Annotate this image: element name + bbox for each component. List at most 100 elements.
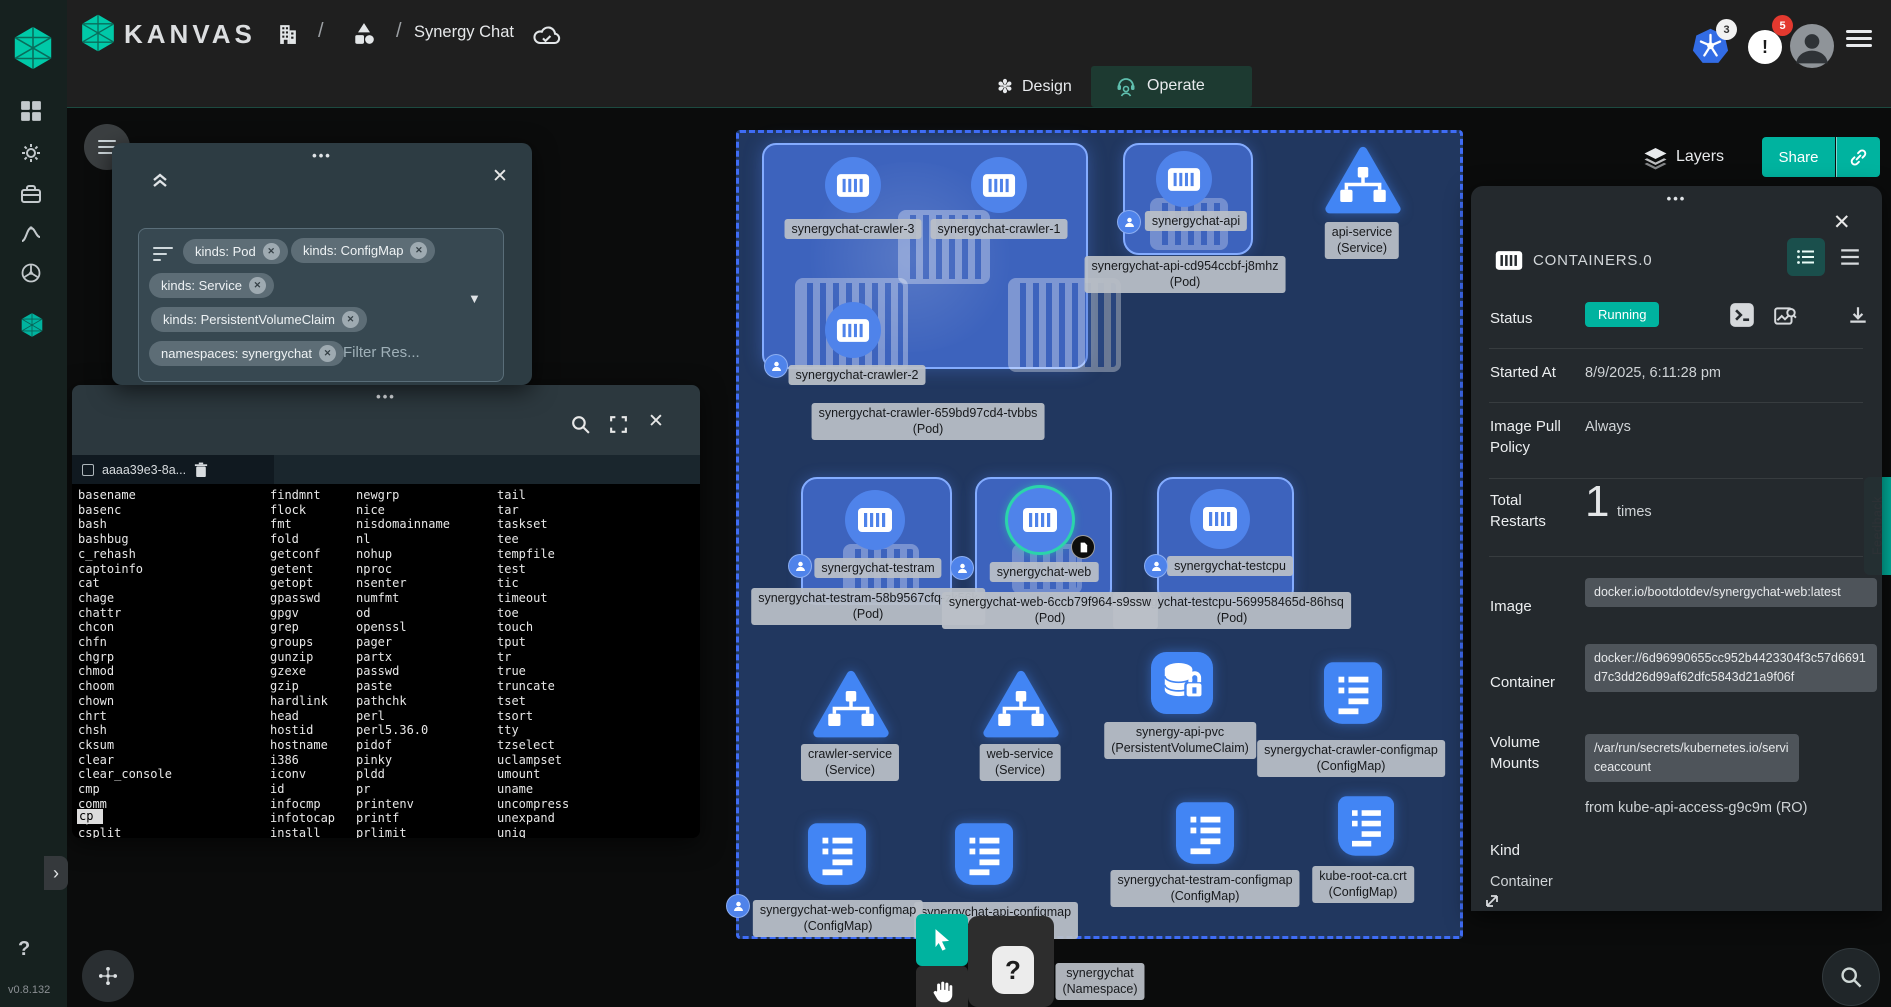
shapes-icon[interactable] <box>352 22 376 46</box>
pod-label[interactable]: synergychat-web-6ccb79f964-s9ssw(Pod) <box>942 592 1158 629</box>
pod-name-label[interactable]: synergychat-testcpu <box>1167 556 1293 576</box>
brand-name[interactable]: KANVAS <box>124 19 256 50</box>
trash-icon[interactable] <box>194 462 208 478</box>
link-icon <box>1849 148 1868 167</box>
sidebar-item-dashboard[interactable] <box>20 100 42 122</box>
image-search-icon[interactable] <box>1773 304 1797 328</box>
configmap-icon-kube-root-ca[interactable] <box>1338 796 1394 856</box>
select-tool-button[interactable] <box>916 914 968 966</box>
pod-name-label[interactable]: synergychat-crawler-2 <box>789 365 926 385</box>
filter-input-box[interactable]: kinds: Pod✕ kinds: ConfigMap✕ kinds: Ser… <box>138 228 504 382</box>
zoom-button[interactable] <box>1822 948 1880 1006</box>
pod-name-label[interactable]: synergychat-crawler-1 <box>931 219 1068 239</box>
sidebar-item-extension-active[interactable] <box>19 312 45 338</box>
filter-chip[interactable]: kinds: ConfigMap✕ <box>291 238 435 263</box>
pan-tool-button[interactable] <box>916 966 968 1007</box>
tab-operate[interactable]: Operate <box>1091 66 1252 107</box>
layers-icon[interactable] <box>1643 146 1668 170</box>
collapse-chevrons-icon[interactable] <box>150 169 170 189</box>
configmap-icon-web[interactable] <box>808 823 866 885</box>
kanvas-hexagon-logo[interactable] <box>78 13 118 53</box>
sidebar-item-performance[interactable] <box>20 224 42 244</box>
sidebar-item-toolkit[interactable] <box>20 184 42 204</box>
filter-chip[interactable]: namespaces: synergychat✕ <box>149 341 344 366</box>
expand-icon[interactable] <box>608 414 629 435</box>
breadcrumb-project-name[interactable]: Synergy Chat <box>414 23 514 42</box>
dotted-list-toggle-button[interactable] <box>1787 238 1825 276</box>
chip-close-icon[interactable]: ✕ <box>319 345 336 362</box>
chip-close-icon[interactable]: ✕ <box>249 277 266 294</box>
resize-diagonal-icon[interactable] <box>1483 892 1501 910</box>
building-icon[interactable] <box>276 22 299 45</box>
chevron-down-icon[interactable]: ▼ <box>468 291 481 306</box>
chip-close-icon[interactable]: ✕ <box>342 311 359 328</box>
alert-icon[interactable]: ! <box>1748 30 1782 64</box>
tab-design[interactable]: Design <box>1022 78 1072 96</box>
sidebar-expand-chevron[interactable]: › <box>44 856 68 890</box>
pod-icon-crawler-1[interactable] <box>971 157 1027 213</box>
avatar[interactable] <box>1790 24 1834 68</box>
filter-chip[interactable]: kinds: Service✕ <box>149 273 274 298</box>
configmap-icon-testram[interactable] <box>1176 802 1234 864</box>
service-icon-api-service[interactable] <box>1324 146 1402 216</box>
list-view-button[interactable] <box>1839 248 1861 266</box>
search-icon[interactable] <box>570 414 591 435</box>
service-label[interactable]: api-service(Service) <box>1325 222 1399 259</box>
close-icon[interactable]: ✕ <box>492 165 508 188</box>
sidebar-item-settings[interactable] <box>20 142 42 164</box>
image-value[interactable]: docker.io/bootdotdev/synergychat-web:lat… <box>1585 578 1877 607</box>
sidebar-item-lifecycle[interactable] <box>20 262 42 284</box>
configmap-label[interactable]: kube-root-ca.crt(ConfigMap) <box>1312 866 1414 903</box>
service-label[interactable]: crawler-service(Service) <box>801 744 899 781</box>
configmap-label[interactable]: synergychat-testram-configmap(ConfigMap) <box>1110 870 1299 907</box>
extensions-button[interactable] <box>82 950 134 1002</box>
pod-icon-testram[interactable] <box>845 490 905 550</box>
filter-chip[interactable]: kinds: PersistentVolumeClaim✕ <box>151 307 367 332</box>
service-icon-web-service[interactable] <box>982 670 1060 740</box>
configmap-icon-crawler[interactable] <box>1324 662 1382 724</box>
pod-label-kind: (Pod) <box>819 421 1038 437</box>
share-button[interactable]: Share <box>1762 137 1835 177</box>
pod-name-label[interactable]: synergychat-api <box>1145 211 1247 231</box>
chip-close-icon[interactable]: ✕ <box>263 243 280 260</box>
pvc-icon-synergy-api-pvc[interactable] <box>1151 652 1213 714</box>
container-id-value[interactable]: docker://6d96990655cc952b4423304f3c57d66… <box>1585 644 1877 692</box>
pvc-label[interactable]: synergy-api-pvc(PersistentVolumeClaim) <box>1104 722 1256 759</box>
pod-icon-testcpu[interactable] <box>1190 489 1250 549</box>
namespace-label[interactable]: synergychat(Namespace) <box>1055 963 1144 1000</box>
pod-name-label[interactable]: synergychat-web <box>990 562 1099 582</box>
volume-mounts-value[interactable]: /var/run/secrets/kubernetes.io/serviceac… <box>1585 734 1799 782</box>
configmap-label[interactable]: synergychat-web-configmap(ConfigMap) <box>753 900 923 937</box>
pod-label[interactable]: synergychat-api-cd954ccbf-j8mhz(Pod) <box>1085 256 1286 293</box>
pod-icon-crawler-2[interactable] <box>825 302 881 358</box>
terminal-tab[interactable]: aaaa39e3-8a... <box>72 455 274 484</box>
pod-icon-api[interactable] <box>1156 151 1212 207</box>
download-icon[interactable] <box>1847 304 1869 326</box>
terminal-content[interactable]: basename basenc bash bashbug c_rehash ca… <box>72 484 700 838</box>
filter-chip[interactable]: kinds: Pod✕ <box>183 239 288 264</box>
pod-icon-web-selected[interactable] <box>1008 488 1072 552</box>
layers-label[interactable]: Layers <box>1676 148 1724 166</box>
help-tool-button[interactable]: ? <box>992 946 1034 994</box>
drag-handle-dots[interactable]: ••• <box>1471 191 1882 206</box>
terminal-icon[interactable] <box>1729 302 1755 328</box>
pod-name-label[interactable]: synergychat-crawler-3 <box>785 219 922 239</box>
service-label[interactable]: web-service(Service) <box>980 744 1061 781</box>
close-icon[interactable]: ✕ <box>1833 210 1851 235</box>
terminal-titlebar[interactable]: ••• ✕ <box>72 385 700 455</box>
configmap-label[interactable]: synergychat-crawler-configmap(ConfigMap) <box>1257 740 1445 777</box>
service-icon-crawler-service[interactable] <box>812 670 890 740</box>
drag-handle-dots[interactable]: ••• <box>112 148 532 163</box>
meshery-logo[interactable] <box>10 25 56 71</box>
pod-icon-crawler-3[interactable] <box>825 157 881 213</box>
copy-link-button[interactable] <box>1836 137 1880 177</box>
pod-name-label[interactable]: synergychat-testram <box>814 558 941 578</box>
menu-icon[interactable] <box>1846 26 1872 51</box>
chip-close-icon[interactable]: ✕ <box>410 242 427 259</box>
drag-handle-dots[interactable]: ••• <box>72 389 700 404</box>
configmap-icon-api[interactable] <box>955 823 1013 885</box>
help-icon[interactable]: ? <box>18 938 30 961</box>
close-icon[interactable]: ✕ <box>648 410 664 433</box>
pod-label[interactable]: synergychat-crawler-659bd97cd4-tvbbs(Pod… <box>812 403 1045 440</box>
filter-input-placeholder[interactable]: Filter Res... <box>343 344 420 361</box>
